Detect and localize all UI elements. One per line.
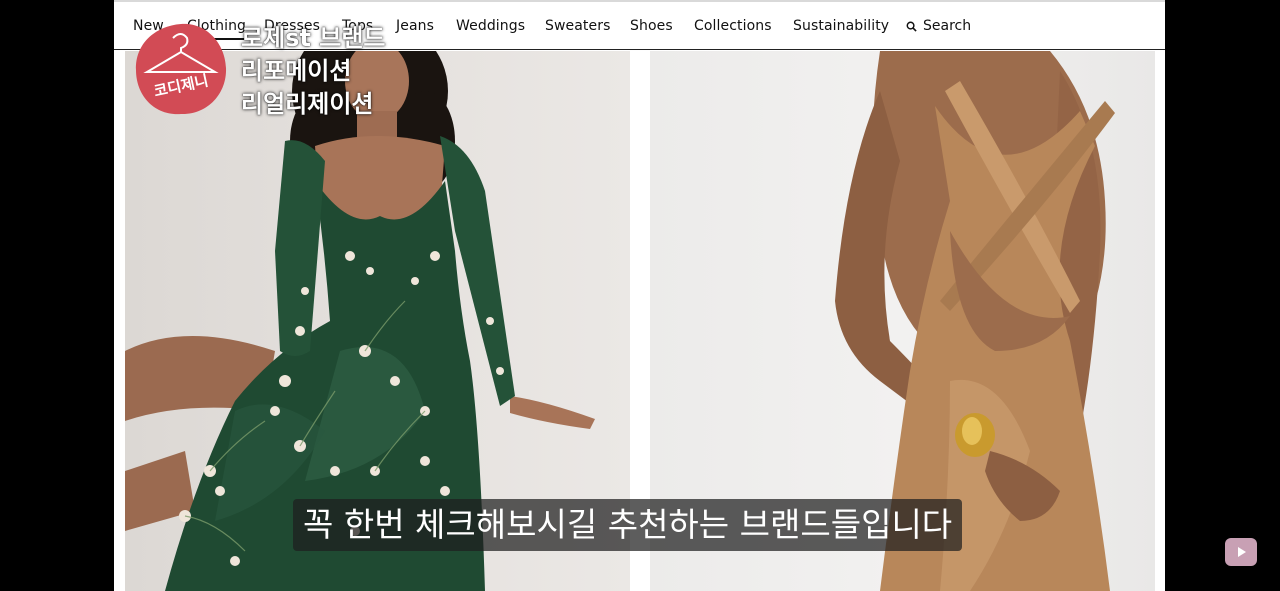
channel-logo: 코디제니 [133, 20, 229, 118]
search-label: Search [923, 18, 972, 34]
nav-item-sustainability[interactable]: Sustainability [793, 18, 889, 34]
search-icon [906, 21, 917, 32]
nav-item-shoes[interactable]: Shoes [630, 18, 673, 34]
search-button[interactable]: Search [906, 18, 971, 34]
brand-overlay-text: 로제st 브랜드 리포메이션 리얼리제이션 [241, 22, 386, 121]
nav-item-weddings[interactable]: Weddings [456, 18, 525, 34]
nav-item-collections[interactable]: Collections [694, 18, 772, 34]
overlay-line-3: 리얼리제이션 [241, 90, 374, 118]
overlay-line-2: 리포메이션 [241, 57, 352, 85]
overlay-line-1: 로제st 브랜드 [241, 24, 386, 52]
nav-item-sweaters[interactable]: Sweaters [545, 18, 610, 34]
nav-item-jeans[interactable]: Jeans [396, 18, 434, 34]
video-subtitle: 꼭 한번 체크해보시길 추천하는 브랜드들입니다 [293, 499, 963, 551]
youtube-play-button[interactable] [1225, 538, 1257, 566]
play-icon [1238, 547, 1246, 557]
